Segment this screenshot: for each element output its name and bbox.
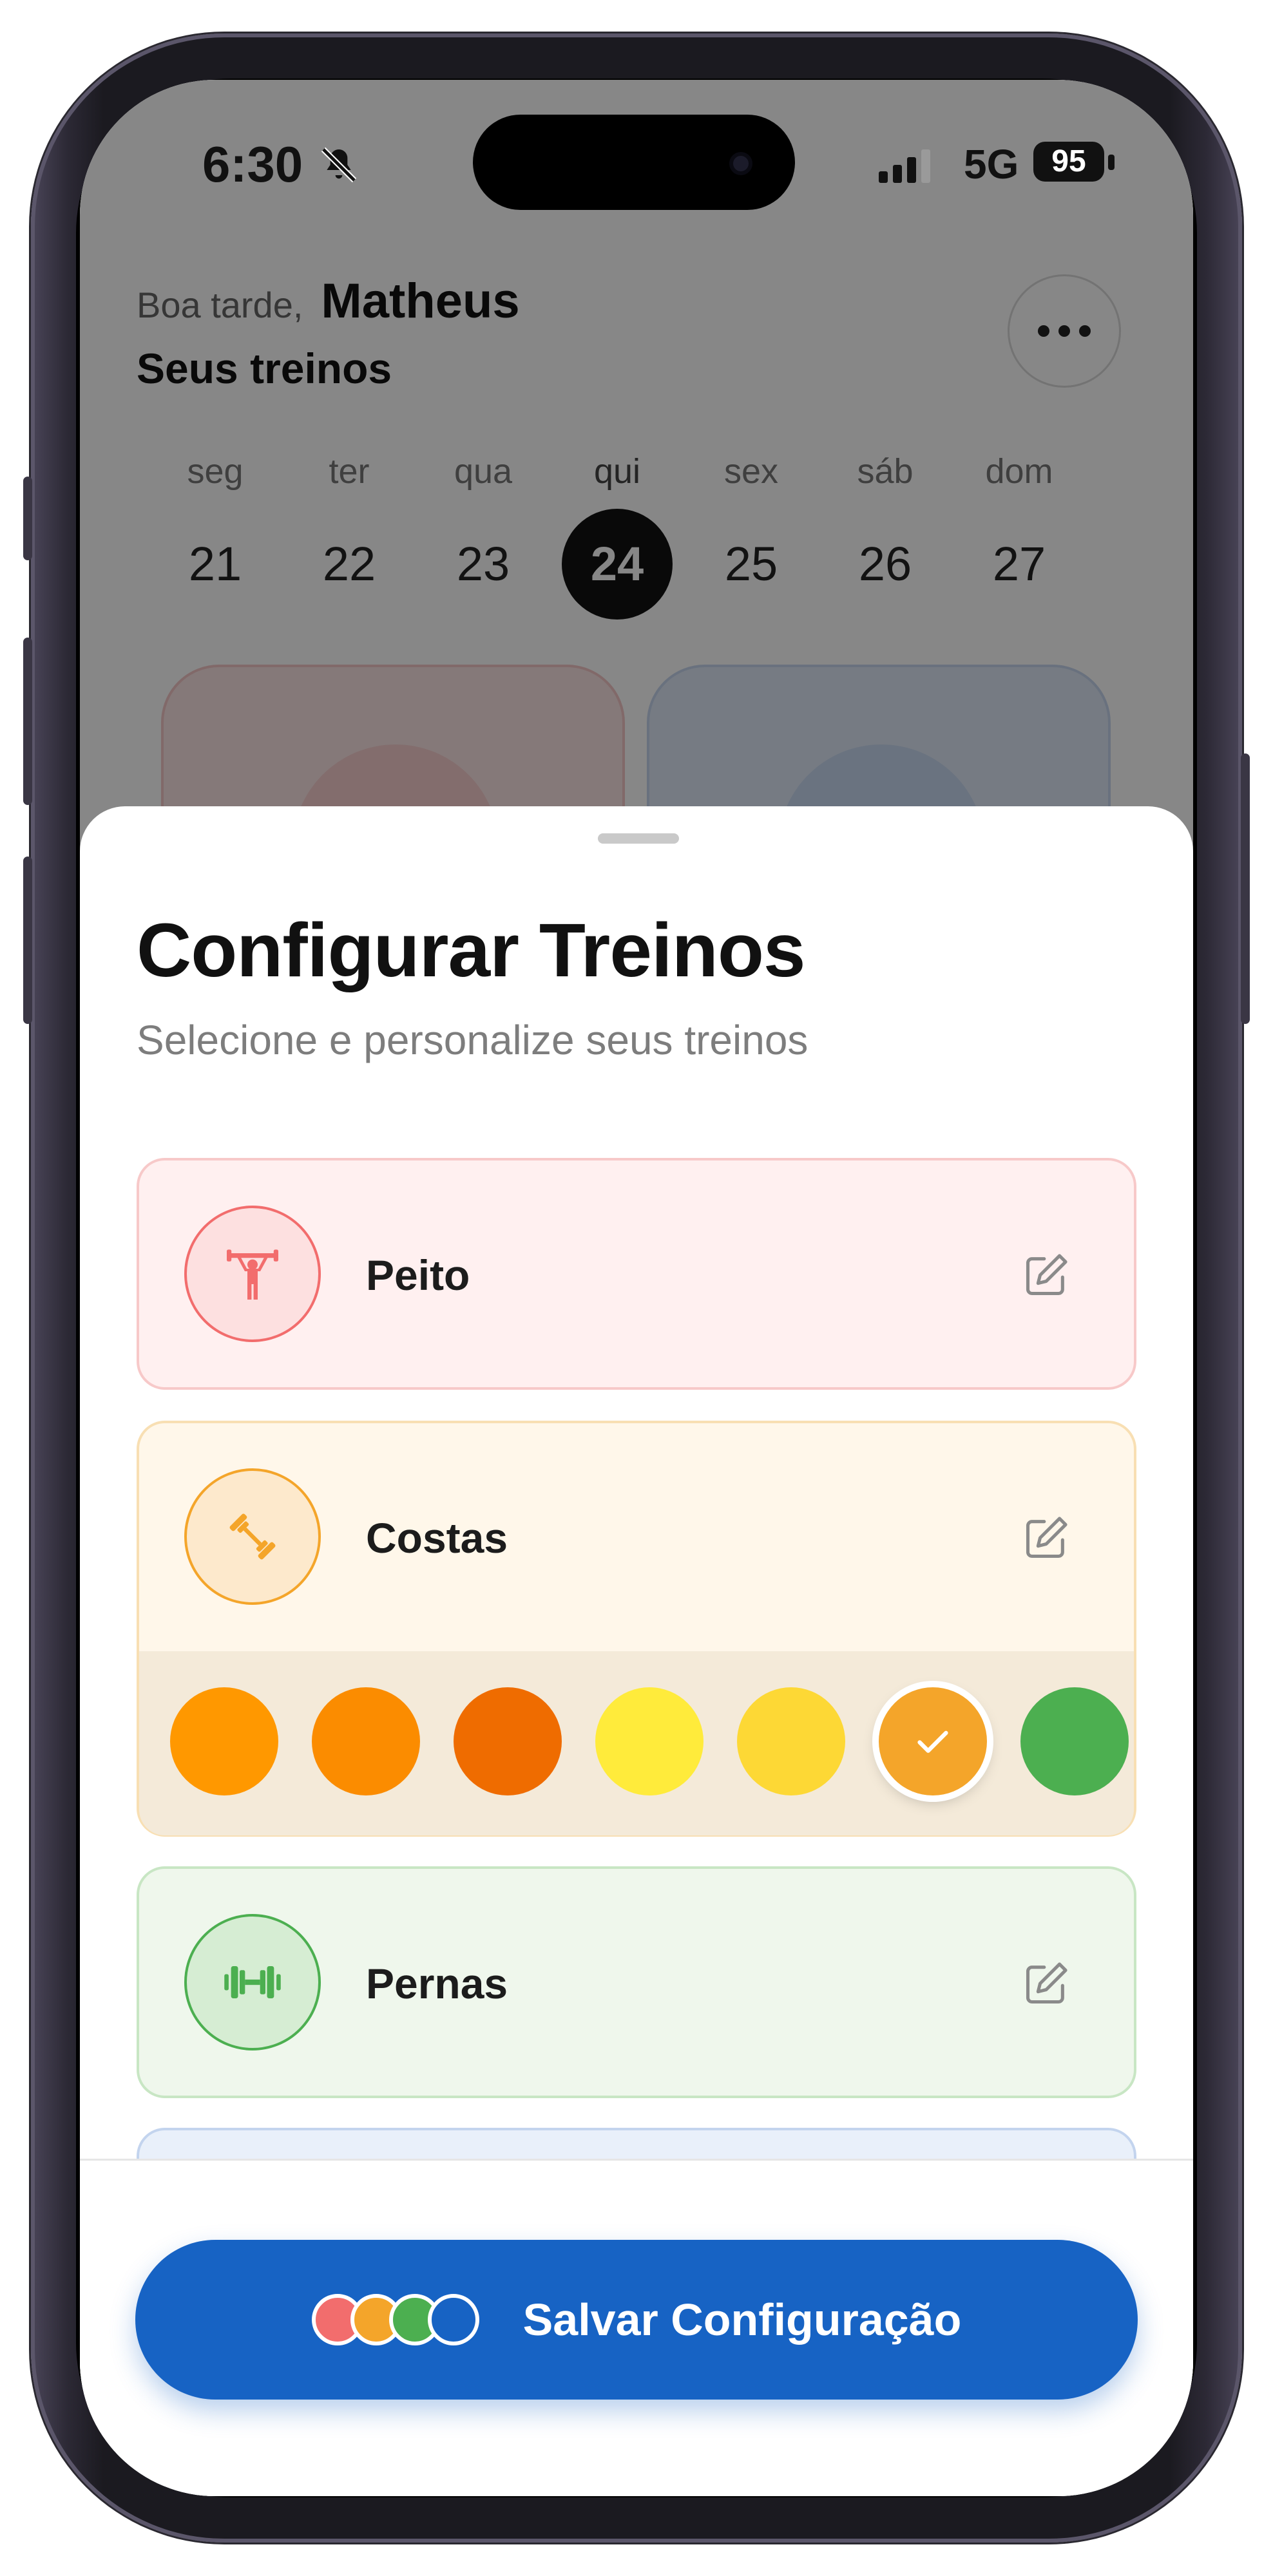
battery-tip	[1108, 155, 1115, 170]
signal-bar	[893, 165, 902, 183]
color-picker	[139, 1651, 1134, 1835]
color-swatch-selected[interactable]	[879, 1687, 987, 1795]
color-swatch-4[interactable]	[737, 1687, 845, 1795]
checkmark-icon	[917, 1730, 948, 1753]
power-button	[1241, 753, 1250, 1024]
save-button-label: Salvar Configuração	[522, 2295, 962, 2345]
workout-label: Peito	[366, 1251, 470, 1299]
color-swatch-2[interactable]	[454, 1687, 562, 1795]
workout-card-costas[interactable]: Costas	[137, 1421, 1136, 1837]
workout-card-pernas[interactable]: Pernas	[137, 1866, 1136, 2098]
sheet-title: Configurar Treinos	[137, 908, 806, 993]
workout-colors-icon	[311, 2289, 482, 2351]
weightlifter-icon	[184, 1206, 321, 1342]
dumbbell-icon	[184, 1468, 321, 1605]
color-swatch-3[interactable]	[595, 1687, 704, 1795]
weightlifter-glyph	[227, 1249, 278, 1300]
edit-icon[interactable]	[1022, 1513, 1071, 1562]
workout-row: Peito	[139, 1160, 1134, 1388]
save-configuration-button[interactable]: Salvar Configuração	[135, 2240, 1138, 2400]
volume-up-button	[23, 638, 32, 805]
volume-down-button	[23, 857, 32, 1024]
color-dot	[427, 2294, 479, 2345]
signal-bar	[907, 157, 916, 183]
sheet-drag-handle[interactable]	[598, 833, 679, 844]
workout-label: Costas	[366, 1514, 508, 1562]
edit-icon[interactable]	[1022, 1251, 1071, 1300]
color-swatch-6[interactable]	[1020, 1687, 1129, 1795]
bell-slash-icon	[321, 147, 357, 183]
signal-icon	[879, 147, 930, 183]
edit-icon[interactable]	[1022, 1959, 1071, 2008]
barbell-glyph	[224, 1966, 281, 1998]
sheet-subtitle: Selecione e personalize seus treinos	[137, 1017, 809, 1063]
workout-row: Pernas	[139, 1869, 1134, 2097]
dumbbell-glyph	[229, 1513, 276, 1560]
workout-card-peito[interactable]: Peito	[137, 1158, 1136, 1390]
color-swatch-0[interactable]	[170, 1687, 278, 1795]
battery-icon: 95	[1033, 142, 1104, 182]
configure-workouts-sheet: Configurar Treinos Selecione e personali…	[80, 806, 1193, 2496]
camera-icon	[729, 152, 752, 175]
status-bar: 6:30 5G 95	[80, 80, 1193, 241]
phone-screen: Boa tarde, Matheus Seus treinos seg 21 t…	[80, 80, 1193, 2496]
silent-switch	[23, 477, 32, 560]
clock: 6:30	[202, 136, 303, 193]
workout-row: Costas	[139, 1423, 1134, 1651]
network-type: 5G	[964, 141, 1019, 187]
workout-label: Pernas	[366, 1960, 508, 2007]
barbell-icon	[184, 1914, 321, 2050]
signal-bar	[879, 171, 888, 183]
signal-bar	[921, 149, 930, 183]
color-swatch-1[interactable]	[312, 1687, 420, 1795]
